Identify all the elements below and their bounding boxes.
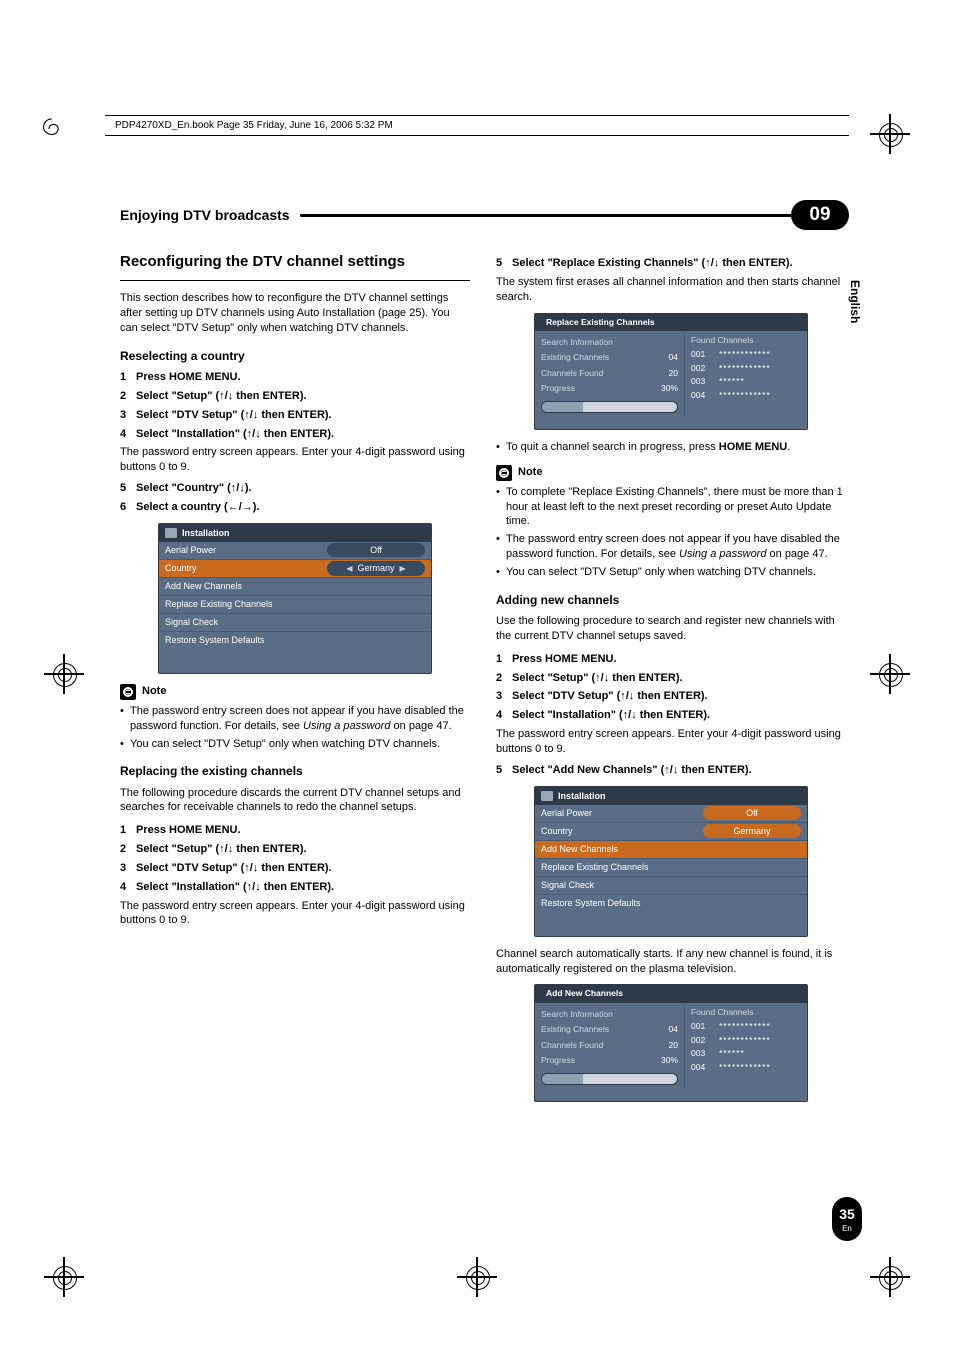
note-item: The password entry screen does not appea… — [120, 704, 470, 734]
header-rule — [105, 135, 849, 136]
osd-replace-channels: Replace Existing Channels Search Informa… — [534, 313, 808, 430]
menu-row-replace: Replace Existing Channels — [535, 858, 807, 876]
registration-mark-icon — [876, 660, 904, 688]
menu-row-add: Add New Channels — [535, 840, 807, 858]
note-list: The password entry screen does not appea… — [120, 704, 470, 752]
menu-row-aerial: Aerial Power Off — [159, 542, 431, 559]
step: 3Select "DTV Setup" (↑/↓ then ENTER). — [496, 689, 846, 704]
menu-row-country: Country Germany — [535, 822, 807, 840]
section-intro: This section describes how to reconfigur… — [120, 291, 470, 336]
subsection-heading: Replacing the existing channels — [120, 763, 470, 779]
page-number-badge: 35 En — [832, 1197, 862, 1241]
note-icon — [120, 684, 136, 700]
step: 2Select "Setup" (↑/↓ then ENTER). — [120, 842, 470, 857]
note-item: To complete "Replace Existing Channels",… — [496, 485, 846, 530]
step: 5Select "Replace Existing Channels" (↑/↓… — [496, 256, 846, 271]
step: 4Select "Installation" (↑/↓ then ENTER). — [120, 880, 470, 895]
note-heading: Note — [496, 465, 846, 481]
subsection-heading: Reselecting a country — [120, 348, 470, 364]
osd-add-channels: Add New Channels Search Information Exis… — [534, 984, 808, 1101]
registration-mark-icon — [876, 120, 904, 148]
step-note: The password entry screen appears. Enter… — [120, 445, 470, 475]
step: 1Press HOME MENU. — [496, 652, 846, 667]
page-number: 35 — [839, 1206, 855, 1222]
progress-bar — [541, 401, 678, 413]
step: 2Select "Setup" (↑/↓ then ENTER). — [496, 671, 846, 686]
step-note: The password entry screen appears. Enter… — [120, 899, 470, 929]
right-column: 5Select "Replace Existing Channels" (↑/↓… — [496, 252, 846, 1112]
chapter-title: Enjoying DTV broadcasts — [120, 207, 300, 223]
step: 2Select "Setup" (↑/↓ then ENTER). — [120, 389, 470, 404]
chapter-rule — [300, 214, 778, 217]
menu-row-signal: Signal Check — [535, 876, 807, 894]
chapter-number-badge: 09 — [791, 200, 849, 230]
step-note: The password entry screen appears. Enter… — [496, 727, 846, 757]
step-note: The system first erases all channel info… — [496, 275, 846, 305]
menu-row-restore: Restore System Defaults — [535, 894, 807, 912]
bullet-list: To quit a channel search in progress, pr… — [496, 440, 846, 455]
tv-icon — [165, 528, 177, 538]
step: 3Select "DTV Setup" (↑/↓ then ENTER). — [120, 408, 470, 423]
registration-mark-icon — [463, 1263, 491, 1291]
menu-row-signal: Signal Check — [159, 613, 431, 631]
menu-row-country: Country ◀ Germany ▶ — [159, 559, 431, 577]
language-tab: English — [848, 280, 862, 323]
menu-row-restore: Restore System Defaults — [159, 631, 431, 649]
step: 1Press HOME MENU. — [120, 823, 470, 838]
registration-mark-icon — [50, 1263, 78, 1291]
registration-mark-icon — [876, 1263, 904, 1291]
registration-mark-icon — [50, 660, 78, 688]
progress-bar — [541, 1073, 678, 1085]
subsection-intro: Use the following procedure to search an… — [496, 614, 846, 644]
header-rule — [105, 115, 849, 116]
step: 4Select "Installation" (↑/↓ then ENTER). — [496, 708, 846, 723]
note-item: You can select "DTV Setup" only when wat… — [120, 737, 470, 752]
note-item: You can select "DTV Setup" only when wat… — [496, 565, 846, 580]
note-item: The password entry screen does not appea… — [496, 532, 846, 562]
step: 3Select "DTV Setup" (↑/↓ then ENTER). — [120, 861, 470, 876]
bullet-item: To quit a channel search in progress, pr… — [496, 440, 846, 455]
page: PDP4270XD_En.book Page 35 Friday, June 1… — [0, 0, 954, 1351]
content-area: Enjoying DTV broadcasts 09 Reconfiguring… — [120, 200, 849, 1112]
subsection-outro: Channel search automatically starts. If … — [496, 947, 846, 977]
step: 4Select "Installation" (↑/↓ then ENTER). — [120, 427, 470, 442]
osd-menu-installation: Installation Aerial Power Off Country Ge… — [534, 786, 808, 937]
section-heading: Reconfiguring the DTV channel settings — [120, 252, 470, 272]
page-lang: En — [842, 1224, 852, 1233]
heading-rule — [120, 280, 470, 281]
step: 1Press HOME MENU. — [120, 370, 470, 385]
spiral-binding-icon — [38, 118, 60, 140]
osd-menu-installation: Installation Aerial Power Off Country ◀ … — [158, 523, 432, 674]
menu-row-add: Add New Channels — [159, 577, 431, 595]
note-list: To complete "Replace Existing Channels",… — [496, 485, 846, 580]
chapter-bar: Enjoying DTV broadcasts 09 — [120, 200, 849, 230]
book-header: PDP4270XD_En.book Page 35 Friday, June 1… — [115, 120, 393, 131]
note-heading: Note — [120, 684, 470, 700]
menu-row-aerial: Aerial Power Off — [535, 805, 807, 822]
step: 6Select a country (←/→). — [120, 500, 470, 515]
menu-row-replace: Replace Existing Channels — [159, 595, 431, 613]
subsection-intro: The following procedure discards the cur… — [120, 786, 470, 816]
left-column: Reconfiguring the DTV channel settings T… — [120, 252, 470, 1112]
note-icon — [496, 465, 512, 481]
chapter-connector — [778, 214, 792, 217]
tv-icon — [541, 791, 553, 801]
step: 5Select "Add New Channels" (↑/↓ then ENT… — [496, 763, 846, 778]
subsection-heading: Adding new channels — [496, 592, 846, 608]
step: 5Select "Country" (↑/↓). — [120, 481, 470, 496]
